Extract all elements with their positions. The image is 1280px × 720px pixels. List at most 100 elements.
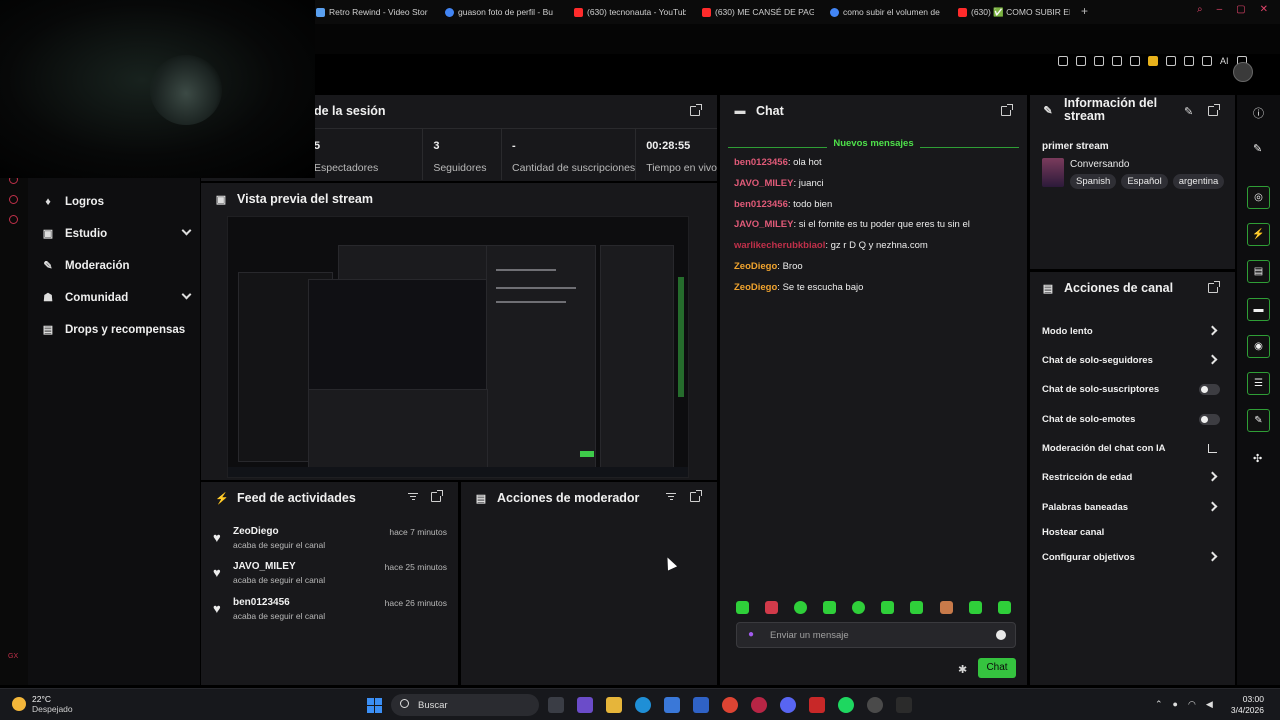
filter-icon[interactable] [408, 493, 418, 501]
browser-tab[interactable]: (630) ME CANSÉ DE PAGA [702, 4, 814, 20]
notes-icon[interactable]: ▤ [1247, 260, 1270, 283]
browser-tab[interactable]: como subir el volumen de [830, 4, 942, 20]
emote-icon[interactable] [736, 601, 749, 614]
sidebar-item-moderacion[interactable]: ✎ Moderación [42, 255, 192, 277]
browser-tab[interactable]: Retro Rewind - Video Stor [316, 4, 428, 20]
chrome-icon[interactable] [722, 697, 738, 713]
tag[interactable]: Spanish [1070, 174, 1117, 189]
edit-icon[interactable]: ✎ [1253, 142, 1262, 155]
emote-icon[interactable] [998, 601, 1011, 614]
chat-bubble-icon[interactable]: ▬ [1247, 298, 1270, 321]
stream-category[interactable]: Conversando [1070, 159, 1129, 170]
wifi-icon[interactable]: ◠ [1188, 699, 1196, 710]
tag[interactable]: argentina [1172, 174, 1225, 189]
emote-icon[interactable] [969, 601, 982, 614]
action-slow-mode[interactable]: Modo lento [1042, 324, 1220, 340]
file-explorer-icon[interactable] [606, 697, 622, 713]
chat-username[interactable]: ZeoDiego [734, 282, 777, 293]
settings-icon[interactable]: ✱ [958, 663, 967, 676]
subscribers-only-toggle[interactable] [1199, 384, 1220, 395]
ai-button[interactable]: AI [1220, 56, 1229, 66]
extension-icon[interactable] [1148, 56, 1158, 66]
emote-icon[interactable] [794, 601, 807, 614]
action-banned-words[interactable]: Palabras baneadas [1042, 500, 1220, 516]
action-age-restriction[interactable]: Restricción de edad [1042, 470, 1220, 486]
popout-icon[interactable] [431, 490, 443, 502]
spotify-icon[interactable] [838, 697, 854, 713]
sidebar-item-estudio[interactable]: ▣ Estudio [42, 223, 192, 245]
close-icon[interactable]: ✕ [1260, 4, 1268, 15]
bolt-icon[interactable]: ⚡ [1247, 223, 1270, 246]
emote-icon[interactable] [823, 601, 836, 614]
popout-icon[interactable] [1208, 281, 1220, 293]
wrench-icon[interactable]: ✎ [1247, 409, 1270, 432]
browser-tab[interactable]: guason foto de perfil - Bu [445, 4, 557, 20]
list-icon[interactable]: ☰ [1247, 372, 1270, 395]
edit-icon[interactable]: ✎ [1184, 105, 1193, 118]
outlook-icon[interactable] [693, 697, 709, 713]
user-avatar[interactable] [1233, 62, 1253, 82]
start-button[interactable] [367, 698, 382, 713]
clock[interactable]: 03:00 3/4/2026 [1231, 694, 1264, 716]
send-chat-button[interactable]: Chat [978, 658, 1016, 678]
chat-username[interactable]: JAVO_MILEY [734, 219, 793, 230]
share-icon[interactable]: ✣ [1253, 452, 1262, 465]
store-icon[interactable] [664, 697, 680, 713]
search-icon[interactable]: ⌕ [1197, 4, 1203, 15]
action-goals[interactable]: Configurar objetivos [1042, 550, 1220, 566]
sidebar-item-logros[interactable]: ♦ Logros [42, 191, 192, 213]
edge-icon[interactable] [635, 697, 651, 713]
action-host-channel[interactable]: Hostear canal [1042, 525, 1220, 541]
emote-icon[interactable] [852, 601, 865, 614]
chat-username[interactable]: ZeoDiego [734, 261, 777, 272]
discord-icon[interactable] [780, 697, 796, 713]
new-tab-button[interactable]: + [1081, 4, 1088, 18]
sidebar-app-icon[interactable] [9, 215, 18, 224]
app-icon[interactable] [896, 697, 912, 713]
emote-icon[interactable] [910, 601, 923, 614]
microphone-icon[interactable]: ● [748, 629, 754, 640]
task-view-icon[interactable] [548, 697, 564, 713]
bookmark-icon[interactable] [1058, 56, 1068, 66]
play-icon[interactable] [1112, 56, 1122, 66]
screenshot-icon[interactable] [1076, 56, 1086, 66]
chevron-up-icon[interactable]: ⌃ [1155, 699, 1163, 710]
sidebar-item-drops[interactable]: ▤ Drops y recompensas [42, 319, 192, 341]
chat-input[interactable]: ● Enviar un mensaje [736, 622, 1016, 648]
action-ai-moderation[interactable]: Moderación del chat con IA [1042, 441, 1220, 457]
popout-icon[interactable] [1001, 104, 1013, 116]
emote-icon[interactable] [765, 601, 778, 614]
popout-icon[interactable] [1208, 104, 1220, 116]
emotes-only-toggle[interactable] [1199, 414, 1220, 425]
action-followers-only[interactable]: Chat de solo-seguidores [1042, 353, 1220, 369]
opera-gx-icon[interactable] [751, 697, 767, 713]
copilot-icon[interactable] [577, 697, 593, 713]
feed-user[interactable]: ben0123456 [233, 597, 290, 608]
app-icon[interactable] [867, 697, 883, 713]
emote-icon[interactable] [881, 601, 894, 614]
cube-icon[interactable] [1166, 56, 1176, 66]
sidebar-item-comunidad[interactable]: ☗ Comunidad [42, 287, 192, 309]
emoji-icon[interactable] [996, 630, 1006, 640]
chat-username[interactable]: warlikecherubkbiaol [734, 240, 825, 251]
chat-username[interactable]: ben0123456 [734, 157, 788, 168]
chat-username[interactable]: JAVO_MILEY [734, 178, 793, 189]
tag[interactable]: Español [1121, 174, 1168, 189]
taskbar-search[interactable]: Buscar [391, 694, 539, 716]
feed-user[interactable]: JAVO_MILEY [233, 561, 296, 572]
info-icon[interactable]: ⓘ [1253, 105, 1264, 121]
weather-widget[interactable]: 22°C Despejado [12, 694, 73, 714]
sidebar-app-icon[interactable] [9, 195, 18, 204]
capcut-icon[interactable] [809, 697, 825, 713]
emote-icon[interactable] [940, 601, 953, 614]
feed-user[interactable]: ZeoDiego [233, 526, 279, 537]
volume-icon[interactable]: ◀ [1206, 699, 1213, 710]
broadcast-icon[interactable]: ◉ [1247, 335, 1270, 358]
minimize-icon[interactable]: – [1217, 4, 1223, 15]
shield-icon[interactable] [1094, 56, 1104, 66]
browser-tab[interactable]: (630) tecnonauta - YouTub [574, 4, 686, 20]
popout-icon[interactable] [690, 104, 702, 116]
clip-icon[interactable]: ◎ [1247, 186, 1270, 209]
download-icon[interactable] [1202, 56, 1212, 66]
browser-tab[interactable]: (630) ✅ COMO SUBIR EL [958, 4, 1070, 20]
